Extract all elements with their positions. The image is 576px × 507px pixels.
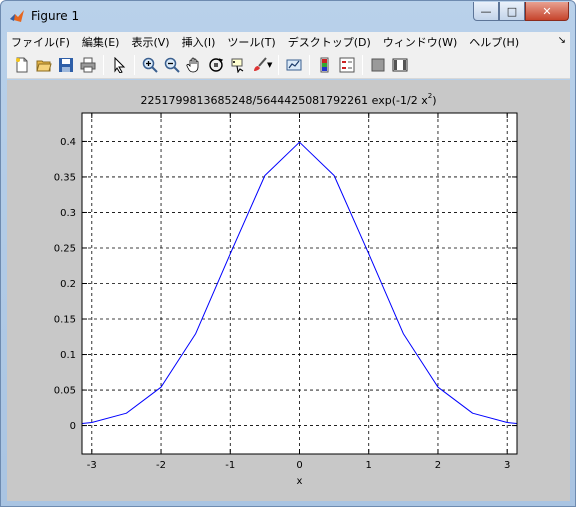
y-tick-label: 0.3 xyxy=(60,208,76,219)
menu-view[interactable]: 表示(V) xyxy=(125,34,175,50)
toolbar-separator xyxy=(362,55,364,75)
x-tick-label: 1 xyxy=(366,460,372,471)
print-icon[interactable] xyxy=(77,54,99,76)
title-bar[interactable]: Figure 1 — □ ✕ xyxy=(1,1,575,31)
x-tick-label: -3 xyxy=(87,460,97,471)
zoom-in-icon[interactable] xyxy=(139,54,161,76)
link-plot-icon[interactable] xyxy=(283,54,305,76)
figure-toolbar: ▼ xyxy=(7,52,570,79)
close-button[interactable]: ✕ xyxy=(525,2,569,21)
toolbar-separator xyxy=(309,55,311,75)
menu-insert[interactable]: 挿入(I) xyxy=(176,34,222,50)
brush-dropdown-icon[interactable]: ▼ xyxy=(267,61,272,69)
new-figure-icon[interactable] xyxy=(11,54,33,76)
data-cursor-icon[interactable] xyxy=(227,54,249,76)
menu-file[interactable]: ファイル(F) xyxy=(7,34,76,50)
insert-colorbar-icon[interactable] xyxy=(314,54,336,76)
dock-figure-icon[interactable]: ↘ xyxy=(558,35,566,46)
menu-window[interactable]: ウィンドウ(W) xyxy=(377,34,463,50)
minimize-button[interactable]: — xyxy=(473,2,499,21)
menu-tools[interactable]: ツール(T) xyxy=(221,34,281,50)
y-tick-label: 0.15 xyxy=(54,315,76,326)
matlab-logo-icon xyxy=(10,10,24,22)
menu-desktop[interactable]: デスクトップ(D) xyxy=(282,34,377,50)
hide-plot-tools-icon[interactable] xyxy=(367,54,389,76)
y-tick-label: 0.1 xyxy=(60,350,76,361)
y-tick-label: 0.4 xyxy=(60,137,76,148)
y-tick-label: 0.05 xyxy=(54,386,76,397)
y-tick-label: 0.35 xyxy=(54,172,76,183)
edit-plot-arrow-icon[interactable] xyxy=(108,54,130,76)
show-plot-tools-icon[interactable] xyxy=(389,54,411,76)
insert-legend-icon[interactable] xyxy=(336,54,358,76)
menu-help[interactable]: ヘルプ(H) xyxy=(463,34,525,50)
open-file-icon[interactable] xyxy=(33,54,55,76)
toolbar-separator xyxy=(103,55,104,75)
x-axis-label: x xyxy=(297,476,303,487)
y-tick-label: 0.25 xyxy=(54,243,76,254)
rotate-3d-icon[interactable] xyxy=(205,54,227,76)
window-title: Figure 1 xyxy=(31,9,80,23)
toolbar-separator xyxy=(278,55,280,75)
window-controls: — □ ✕ xyxy=(473,2,569,21)
zoom-out-icon[interactable] xyxy=(161,54,183,76)
plot-axes[interactable]: -3 -2 -1 0 1 2 3 0 0.05 0.1 0.15 0.2 0.25 0.3 0.35 0.4 x xyxy=(7,80,570,501)
figure-canvas: 2251799813685248/5644425081792261 exp(-1… xyxy=(7,80,570,501)
toolbar-separator xyxy=(134,55,135,75)
save-icon[interactable] xyxy=(55,54,77,76)
x-tick-label: 2 xyxy=(435,460,441,471)
figure-window: Figure 1 — □ ✕ ファイル(F) 編集(E) 表示(V) 挿入(I)… xyxy=(0,0,576,507)
x-tick-label: 3 xyxy=(504,460,510,471)
maximize-button[interactable]: □ xyxy=(499,2,525,21)
pan-hand-icon[interactable] xyxy=(183,54,205,76)
y-tick-label: 0 xyxy=(70,421,76,432)
x-tick-label: -1 xyxy=(225,460,235,471)
y-tick-label: 0.2 xyxy=(60,279,76,290)
menu-bar: ファイル(F) 編集(E) 表示(V) 挿入(I) ツール(T) デスクトップ(… xyxy=(7,32,570,52)
menu-edit[interactable]: 編集(E) xyxy=(76,34,126,50)
x-tick-label: -2 xyxy=(156,460,166,471)
x-tick-label: 0 xyxy=(296,460,302,471)
